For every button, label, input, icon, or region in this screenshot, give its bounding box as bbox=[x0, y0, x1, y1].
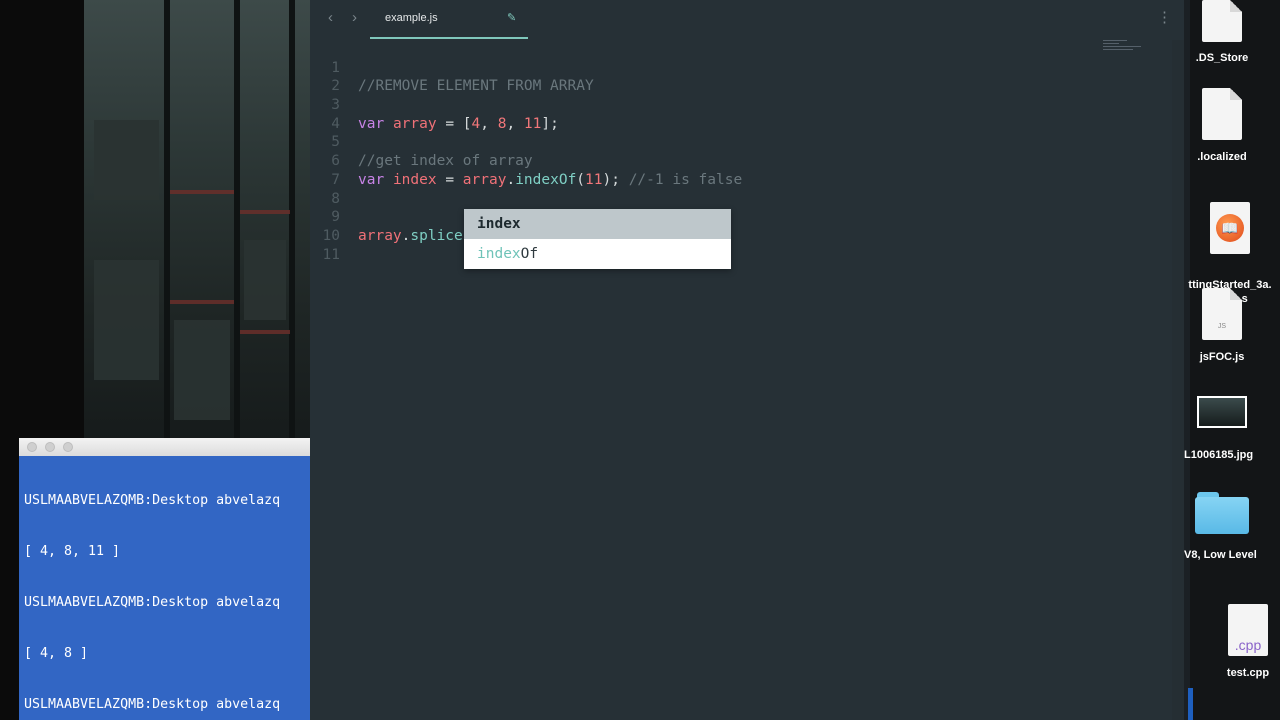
tab-bar: ‹ › example.js ✎ ⋮ bbox=[310, 0, 1184, 39]
tab-example-js[interactable]: example.js bbox=[385, 12, 438, 24]
terminal-line: [ 4, 8 ] bbox=[24, 646, 89, 661]
back-arrow-icon[interactable]: ‹ bbox=[328, 9, 333, 26]
autocomplete-text: Of bbox=[520, 246, 539, 262]
terminal-window[interactable]: USLMAABVELAZQMB:Desktop abvelazq [ 4, 8,… bbox=[19, 438, 310, 720]
file-label: V8, Low Level bbox=[1184, 549, 1257, 561]
code-line: 5 //get index of array bbox=[310, 115, 1090, 169]
zoom-button[interactable] bbox=[63, 442, 73, 452]
autocomplete-item[interactable]: index bbox=[464, 209, 731, 239]
more-options-icon[interactable]: ⋮ bbox=[1157, 8, 1172, 26]
autocomplete-item[interactable]: indexOf bbox=[464, 239, 731, 269]
close-button[interactable] bbox=[27, 442, 37, 452]
code-editor-window[interactable]: ‹ › example.js ✎ ⋮ 1 //REMOVE ELEMENT FR… bbox=[310, 0, 1184, 720]
js-document-icon: JS bbox=[1202, 288, 1242, 340]
code-line: 3 var array = [4, 8, 11]; bbox=[310, 77, 1090, 132]
scrollbar[interactable] bbox=[1172, 40, 1184, 720]
file-label: test.cpp bbox=[1226, 667, 1270, 679]
document-icon bbox=[1202, 0, 1242, 42]
folder-icon bbox=[1195, 492, 1249, 534]
forward-arrow-icon[interactable]: › bbox=[352, 9, 357, 26]
minimize-button[interactable] bbox=[45, 442, 55, 452]
code-line: 1 //REMOVE ELEMENT FROM ARRAY bbox=[310, 40, 1090, 95]
terminal-line: [ 4, 8, 11 ] bbox=[24, 544, 121, 559]
desktop-folder-v8[interactable]: V8, Low Level bbox=[1184, 492, 1260, 562]
desktop-file-test-cpp[interactable]: .cpp test.cpp bbox=[1216, 604, 1280, 680]
autocomplete-text: index bbox=[477, 216, 521, 232]
image-thumbnail-icon bbox=[1197, 396, 1247, 428]
file-label: .localized bbox=[1197, 151, 1247, 163]
code-line: 9 array.splice(index, <deleteCount>) bbox=[310, 190, 1090, 244]
dock-edge bbox=[1188, 688, 1193, 720]
file-label: jsFOC.js bbox=[1199, 351, 1245, 363]
terminal-line: USLMAABVELAZQMB:Desktop abvelazq bbox=[24, 595, 281, 610]
desktop-file-jsfoc[interactable]: JS jsFOC.js bbox=[1190, 288, 1254, 364]
modified-pencil-icon: ✎ bbox=[507, 12, 517, 24]
ibooks-icon: 📖 bbox=[1210, 202, 1250, 254]
desktop-file-jpg[interactable]: L1006185.jpg bbox=[1184, 396, 1260, 462]
code-line: 8 bbox=[310, 171, 1090, 207]
cpp-document-icon: .cpp bbox=[1228, 604, 1268, 656]
terminal-line: USLMAABVELAZQMB:Desktop abvelazq bbox=[24, 493, 281, 508]
desktop-file-localized[interactable]: .localized bbox=[1190, 88, 1254, 164]
terminal-output[interactable]: USLMAABVELAZQMB:Desktop abvelazq [ 4, 8,… bbox=[19, 456, 310, 720]
code-line: 6 var index = array.indexOf(11); //-1 is… bbox=[310, 133, 1090, 188]
code-line: 2 bbox=[310, 59, 1090, 94]
file-label: L1006185.jpg bbox=[1184, 449, 1254, 461]
minimap[interactable] bbox=[1103, 40, 1143, 60]
terminal-titlebar[interactable] bbox=[19, 438, 310, 456]
desktop-wallpaper bbox=[84, 0, 310, 440]
autocomplete-popup[interactable]: index indexOf bbox=[464, 209, 731, 269]
code-line: 7 bbox=[310, 152, 1090, 188]
active-tab-indicator bbox=[370, 37, 528, 39]
terminal-line: USLMAABVELAZQMB:Desktop abvelazq bbox=[24, 697, 281, 712]
document-icon bbox=[1202, 88, 1242, 140]
file-label: .DS_Store bbox=[1195, 52, 1249, 64]
code-line: 4 bbox=[310, 96, 1090, 132]
autocomplete-match: index bbox=[477, 246, 521, 262]
line-number: 11 bbox=[322, 246, 340, 263]
desktop-file-ds-store[interactable]: .DS_Store bbox=[1190, 0, 1254, 65]
